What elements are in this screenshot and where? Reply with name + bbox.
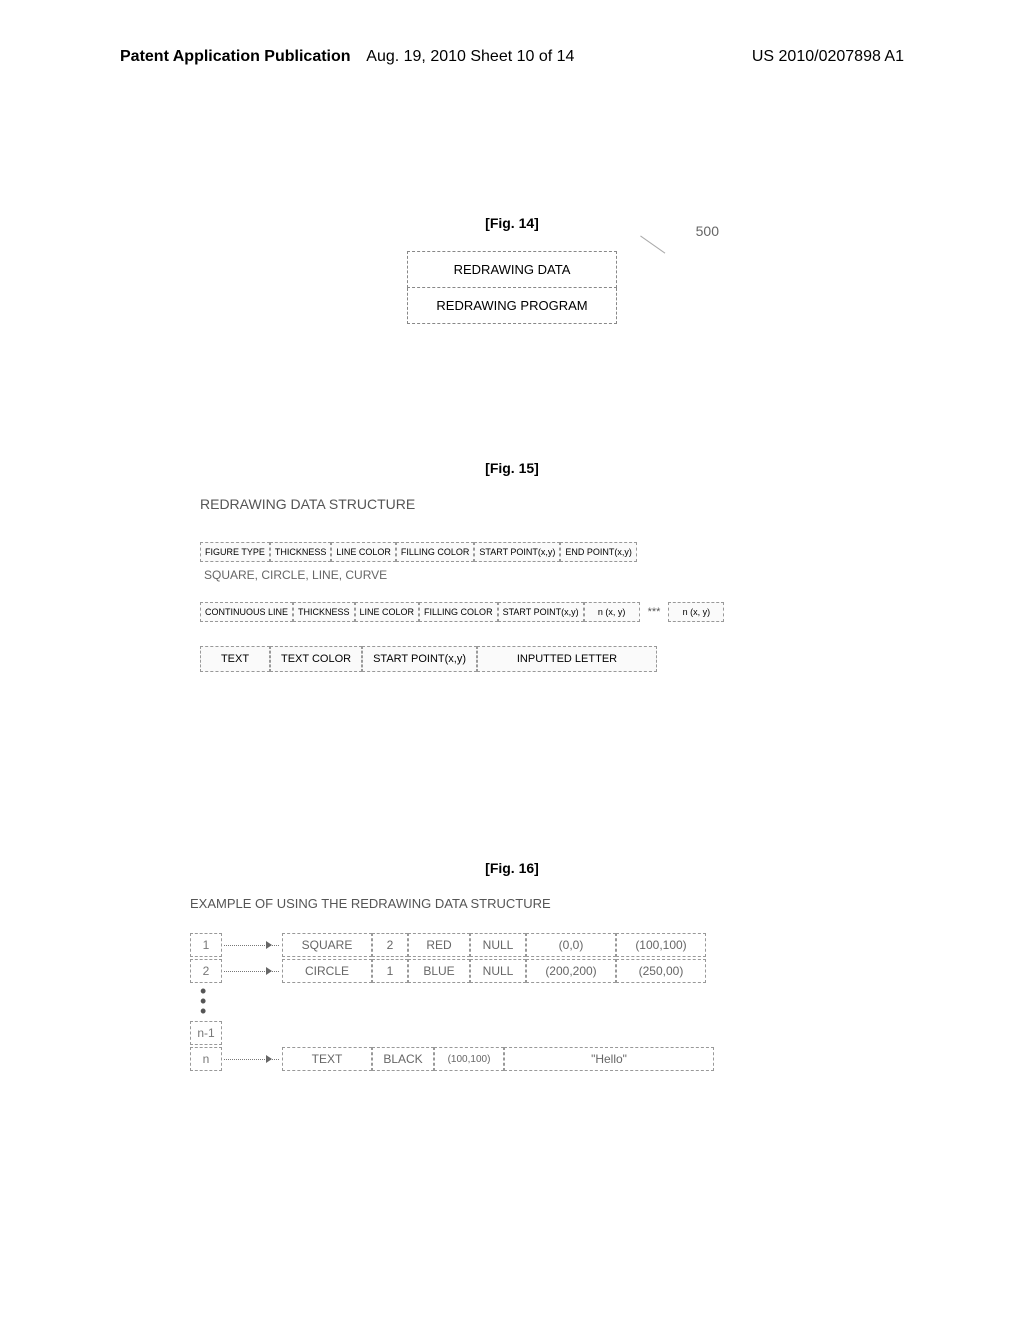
r2-line-color: BLUE bbox=[408, 959, 470, 983]
row1-figure-type: FIGURE TYPE bbox=[200, 542, 270, 562]
r1-line-color: RED bbox=[408, 933, 470, 957]
r2-type: CIRCLE bbox=[282, 959, 372, 983]
r2-thickness: 1 bbox=[372, 959, 408, 983]
fig14: [Fig. 14] 500 REDRAWING DATA REDRAWING P… bbox=[0, 215, 1024, 324]
rn-color: BLACK bbox=[372, 1047, 434, 1071]
rn-letter: "Hello" bbox=[504, 1047, 714, 1071]
r1-fill-color: NULL bbox=[470, 933, 526, 957]
callout-line bbox=[621, 236, 666, 282]
idx-row-nm1: n-1 bbox=[190, 1021, 834, 1045]
fig15-row1: FIGURE TYPE THICKNESS LINE COLOR FILLING… bbox=[200, 542, 824, 562]
header-right: US 2010/0207898 A1 bbox=[752, 48, 904, 66]
r2-fill-color: NULL bbox=[470, 959, 526, 983]
fig15-row2: CONTINUOUS LINE THICKNESS LINE COLOR FIL… bbox=[200, 602, 824, 622]
callout-number: 500 bbox=[696, 223, 719, 239]
row1-start-point: START POINT(x,y) bbox=[474, 542, 560, 562]
idx-1: 1 bbox=[190, 933, 222, 957]
r2-start-point: (200,200) bbox=[526, 959, 616, 983]
idx-2: 2 bbox=[190, 959, 222, 983]
r1-start-point: (0,0) bbox=[526, 933, 616, 957]
example-row-n: n TEXT BLACK (100,100) "Hello" bbox=[190, 1047, 834, 1071]
fig15: [Fig. 15] REDRAWING DATA STRUCTURE FIGUR… bbox=[0, 460, 1024, 678]
row2-n1: n (x, y) bbox=[584, 602, 640, 622]
r1-end-point: (100,100) bbox=[616, 933, 706, 957]
row3-text: TEXT bbox=[200, 646, 270, 672]
fig14-label: [Fig. 14] bbox=[0, 215, 1024, 231]
fig15-label: [Fig. 15] bbox=[0, 460, 1024, 476]
fig16-label: [Fig. 16] bbox=[0, 860, 1024, 876]
row3-start-point: START POINT(x,y) bbox=[362, 646, 477, 672]
row1-subcaption: SQUARE, CIRCLE, LINE, CURVE bbox=[204, 568, 824, 582]
fig14-diagram: 500 REDRAWING DATA REDRAWING PROGRAM bbox=[0, 251, 1024, 324]
fig16-title: EXAMPLE OF USING THE REDRAWING DATA STRU… bbox=[190, 896, 834, 911]
redrawing-data-box: REDRAWING DATA bbox=[407, 251, 617, 288]
vertical-dots-icon: ••• bbox=[200, 987, 834, 1015]
r1-thickness: 2 bbox=[372, 933, 408, 957]
row2-line-color: LINE COLOR bbox=[355, 602, 420, 622]
fig15-row3: TEXT TEXT COLOR START POINT(x,y) INPUTTE… bbox=[200, 646, 824, 672]
r2-end-point: (250,00) bbox=[616, 959, 706, 983]
row3-text-color: TEXT COLOR bbox=[270, 646, 362, 672]
rn-start-point: (100,100) bbox=[434, 1047, 504, 1071]
page-header: Patent Application Publication Aug. 19, … bbox=[0, 48, 1024, 66]
row1-end-point: END POINT(x,y) bbox=[560, 542, 637, 562]
row2-filling-color: FILLING COLOR bbox=[419, 602, 498, 622]
example-row-1: 1 SQUARE 2 RED NULL (0,0) (100,100) bbox=[190, 933, 834, 957]
example-row-2: 2 CIRCLE 1 BLUE NULL (200,200) (250,00) bbox=[190, 959, 834, 983]
row3-inputted-letter: INPUTTED LETTER bbox=[477, 646, 657, 672]
idx-nm1: n-1 bbox=[190, 1021, 222, 1045]
header-left: Patent Application Publication bbox=[120, 48, 351, 66]
rn-type: TEXT bbox=[282, 1047, 372, 1071]
row2-continuous-line: CONTINUOUS LINE bbox=[200, 602, 293, 622]
row2-start-point: START POINT(x,y) bbox=[498, 602, 584, 622]
row2-n2: n (x, y) bbox=[668, 602, 724, 622]
redrawing-program-box: REDRAWING PROGRAM bbox=[407, 288, 617, 324]
idx-n: n bbox=[190, 1047, 222, 1071]
row1-filling-color: FILLING COLOR bbox=[396, 542, 475, 562]
row2-thickness: THICKNESS bbox=[293, 602, 355, 622]
row1-line-color: LINE COLOR bbox=[331, 542, 396, 562]
fig16: [Fig. 16] EXAMPLE OF USING THE REDRAWING… bbox=[0, 860, 1024, 1073]
header-center: Aug. 19, 2010 Sheet 10 of 14 bbox=[366, 48, 574, 66]
row1-thickness: THICKNESS bbox=[270, 542, 332, 562]
row2-dots: *** bbox=[640, 606, 669, 618]
fig15-title: REDRAWING DATA STRUCTURE bbox=[200, 496, 824, 512]
r1-type: SQUARE bbox=[282, 933, 372, 957]
